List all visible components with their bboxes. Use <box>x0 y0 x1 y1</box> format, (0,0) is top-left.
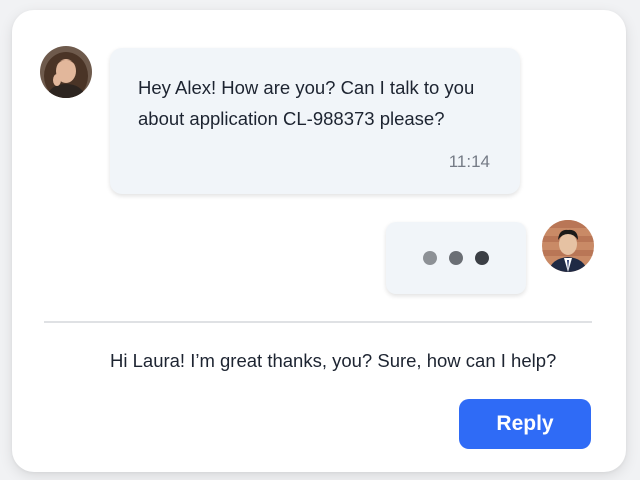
message-timestamp: 11:14 <box>448 152 490 171</box>
incoming-message-text: Hey Alex! How are you? Can I talk to you… <box>138 77 475 129</box>
reply-button[interactable]: Reply <box>459 399 591 449</box>
alex-avatar-image <box>542 220 594 272</box>
incoming-message-bubble: Hey Alex! How are you? Can I talk to you… <box>110 48 520 194</box>
typing-dot <box>475 251 489 265</box>
chat-card: Hey Alex! How are you? Can I talk to you… <box>12 10 626 472</box>
reply-input[interactable]: Hi Laura! I’m great thanks, you? Sure, h… <box>110 350 556 372</box>
typing-dot <box>423 251 437 265</box>
composer-divider <box>44 321 592 323</box>
laura-avatar-image <box>40 46 92 98</box>
typing-dot <box>449 251 463 265</box>
alex-avatar <box>542 220 594 272</box>
laura-avatar <box>40 46 92 98</box>
typing-indicator-bubble <box>386 222 526 294</box>
